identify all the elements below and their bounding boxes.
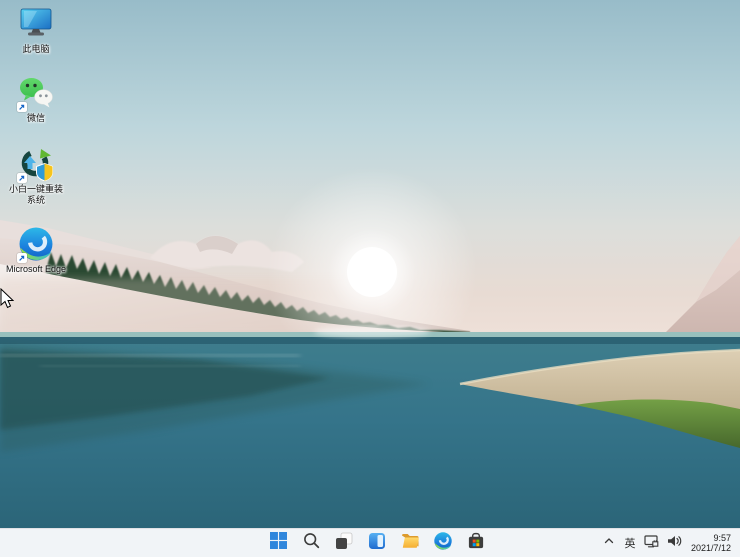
taskbar-button-file-explorer[interactable]: [398, 531, 422, 555]
desktop-icon-label: 小白一键重装系统: [5, 184, 67, 206]
speaker-icon: [666, 533, 682, 554]
taskbar-button-start[interactable]: [266, 531, 290, 555]
desktop-icon-microsoft-edge[interactable]: Microsoft Edge: [4, 227, 68, 275]
desktop-icon-xiaobai-reinstall[interactable]: 小白一键重装系统: [4, 147, 68, 206]
taskbar-button-search[interactable]: [299, 531, 323, 555]
chevron-up-icon: [603, 534, 615, 552]
hidden-icons-chevron[interactable]: [599, 531, 619, 555]
shortcut-arrow-badge: [17, 173, 27, 183]
widgets-icon: [368, 532, 386, 555]
mouse-cursor: [0, 288, 14, 310]
windows-logo-icon: [270, 532, 287, 554]
desktop-icon-label: 此电脑: [22, 44, 49, 55]
desktop-icon-label: Microsoft Edge: [6, 264, 66, 275]
desktop[interactable]: 此电脑 微信: [0, 0, 740, 557]
tray-date: 2021/7/12: [691, 543, 731, 553]
taskbar-center-group: [266, 529, 488, 557]
shortcut-arrow-badge: [17, 253, 27, 263]
wallpaper-image: [0, 0, 740, 528]
desktop-icon-wechat[interactable]: 微信: [4, 76, 68, 124]
taskbar-button-store[interactable]: [464, 531, 488, 555]
desktop-icon-label: 微信: [27, 113, 45, 124]
xiaobai-reinstall-icon: [19, 147, 53, 181]
task-view-icon: [335, 532, 353, 555]
network-status[interactable]: [641, 531, 663, 555]
wechat-icon: [19, 76, 53, 110]
folder-icon: [401, 533, 420, 554]
taskbar: 英: [0, 528, 740, 557]
desktop-icon-this-pc[interactable]: 此电脑: [4, 7, 68, 55]
shortcut-arrow-badge: [17, 102, 27, 112]
edge-icon: [19, 227, 53, 261]
taskbar-button-task-view[interactable]: [332, 531, 356, 555]
tray-time: 9:57: [691, 533, 731, 543]
ethernet-icon: [643, 533, 660, 554]
monitor-icon: [19, 7, 53, 41]
ime-language-label: 英: [620, 535, 640, 551]
input-method-indicator[interactable]: 英: [619, 531, 641, 555]
store-bag-icon: [467, 532, 485, 555]
search-icon: [303, 532, 320, 554]
system-tray: 英: [599, 529, 740, 557]
clock[interactable]: 9:57 2021/7/12: [691, 533, 731, 553]
taskbar-button-edge[interactable]: [431, 531, 455, 555]
taskbar-button-widgets[interactable]: [365, 531, 389, 555]
edge-icon: [434, 532, 452, 555]
volume-status[interactable]: [663, 531, 685, 555]
